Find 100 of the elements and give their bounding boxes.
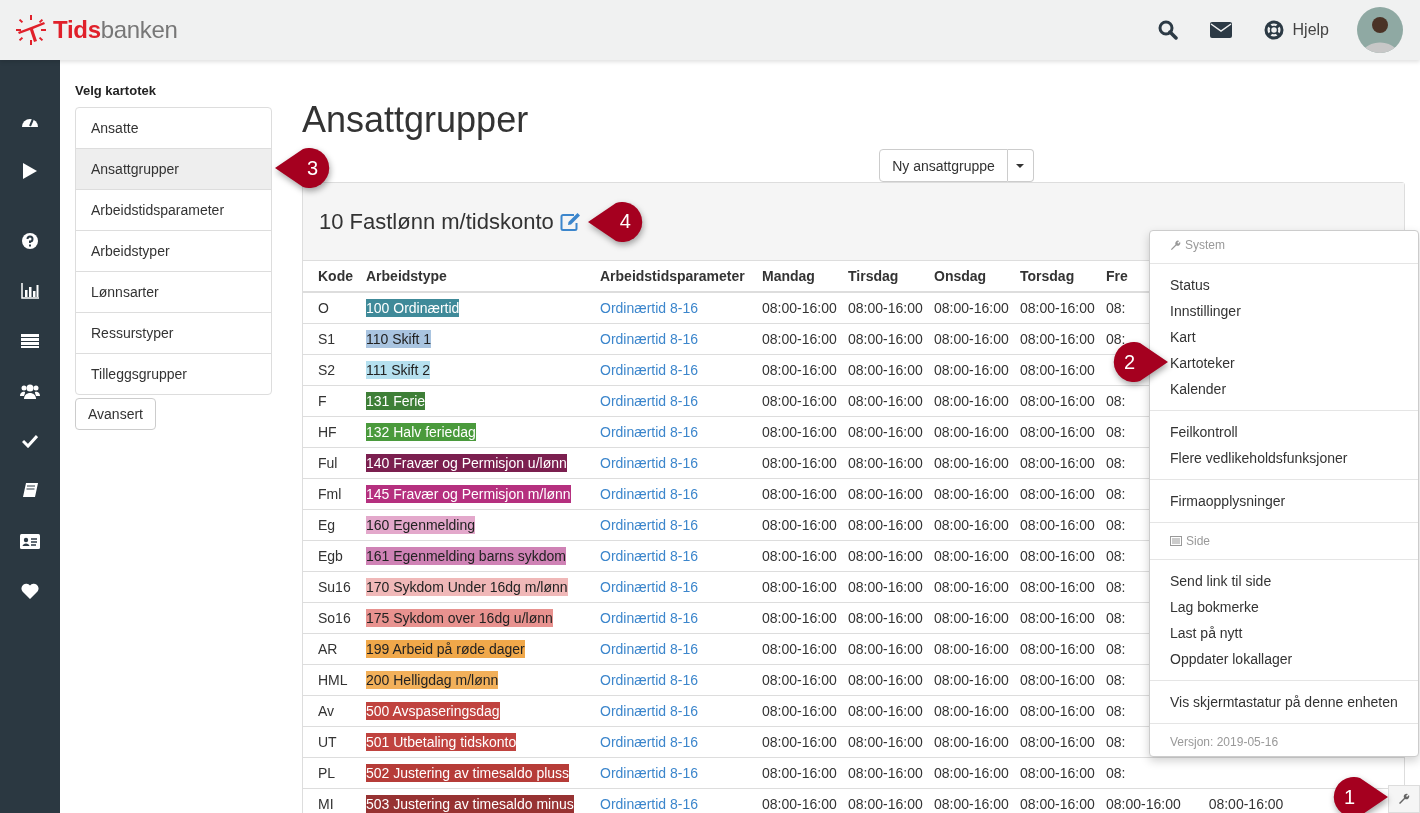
clock-logo-icon [15, 14, 47, 46]
tools-button[interactable] [1388, 785, 1420, 813]
advanced-button[interactable]: Avansert [75, 398, 156, 430]
work-type-tag: 200 Helligdag m/lønn [366, 671, 499, 689]
work-type-tag: 100 Ordinærtid [366, 299, 460, 317]
parameter-link[interactable]: Ordinærtid 8-16 [600, 796, 699, 812]
table-cell: 08: [1106, 765, 1126, 781]
parameter-link[interactable]: Ordinærtid 8-16 [600, 765, 699, 781]
work-type-tag: 132 Halv feriedag [366, 423, 476, 441]
sidebar-item[interactable]: Ressurstyper [76, 312, 271, 353]
table-cell: 08:00-16:00 [848, 579, 923, 595]
table-cell: 08:00-16:00 [762, 362, 837, 378]
help-icon[interactable] [22, 233, 38, 249]
sidebar-item[interactable]: Tilleggsgrupper [76, 353, 271, 394]
menu-item[interactable]: Send link til side [1170, 568, 1272, 594]
parameter-link[interactable]: Ordinærtid 8-16 [600, 424, 699, 440]
sidebar-item[interactable]: Lønnsarter [76, 271, 271, 312]
table-cell: 08:00-16:00 [934, 734, 1009, 750]
avatar-icon[interactable] [1357, 7, 1403, 53]
table-cell: 08:00-16:00 [934, 765, 1009, 781]
table-cell: 08:00-16:00 [762, 424, 837, 440]
table-cell: 08:00-16:00 [762, 393, 837, 409]
parameter-link[interactable]: Ordinærtid 8-16 [600, 362, 699, 378]
parameter-link[interactable]: Ordinærtid 8-16 [600, 393, 699, 409]
sidebar-item[interactable]: Ansattgrupper [76, 148, 271, 189]
parameter-link[interactable]: Ordinærtid 8-16 [600, 455, 699, 471]
wrench-icon [1398, 793, 1410, 805]
table-cell: O [318, 300, 329, 316]
column-header: Tirsdag [848, 268, 899, 284]
bar-chart-icon[interactable] [21, 283, 39, 299]
menu-item[interactable]: Innstillinger [1170, 298, 1241, 324]
table-cell: 08: [1106, 300, 1126, 316]
menu-item[interactable]: Kartoteker [1170, 350, 1235, 376]
menu-heading: System [1185, 238, 1225, 252]
column-header: Fre [1106, 268, 1128, 284]
menu-item[interactable]: Feilkontroll [1170, 419, 1238, 445]
table-cell: HF [318, 424, 337, 440]
table-cell: 08:00-16:00 [762, 610, 837, 626]
table-cell: 08: [1106, 517, 1126, 533]
help-link[interactable]: Hjelp [1263, 20, 1329, 40]
sidebar-title: Velg kartotek [75, 83, 157, 98]
work-type-tag: 161 Egenmelding barns sykdom [366, 547, 566, 565]
caret-icon [1016, 163, 1025, 168]
users-icon[interactable] [20, 383, 40, 399]
menu-item[interactable]: Oppdater lokallager [1170, 646, 1293, 672]
table-cell: 08:00-16:00 [848, 765, 923, 781]
column-header: Mandag [762, 268, 815, 284]
parameter-link[interactable]: Ordinærtid 8-16 [600, 517, 699, 533]
parameter-link[interactable]: Ordinærtid 8-16 [600, 486, 699, 502]
parameter-link[interactable]: Ordinærtid 8-16 [600, 641, 699, 657]
table-cell: 08:00-16:00 [848, 331, 923, 347]
table-cell: MI [318, 796, 334, 812]
table-cell: 08: [1106, 548, 1126, 564]
check-icon[interactable] [22, 434, 38, 448]
table-cell: 08:00-16:00 [848, 548, 923, 564]
heart-icon[interactable] [21, 583, 39, 599]
table-cell: So16 [318, 610, 351, 626]
parameter-link[interactable]: Ordinærtid 8-16 [600, 300, 699, 316]
table-cell: 08:00-16:00 [1020, 579, 1095, 595]
dropdown-button[interactable] [1007, 149, 1034, 182]
menu-item[interactable]: Kalender [1170, 376, 1227, 402]
table-cell: 08: [1106, 734, 1126, 750]
new-group-button[interactable]: Ny ansattgruppe [879, 149, 1008, 182]
id-card-icon[interactable] [20, 533, 40, 549]
sidebar-item[interactable]: Ansatte [76, 108, 271, 148]
play-icon[interactable] [23, 163, 37, 179]
list-icon [1170, 536, 1182, 546]
table-cell: 08:00-16:00 [934, 672, 1009, 688]
search-icon[interactable] [1157, 20, 1178, 40]
table-cell: 08:00-16:00 [1020, 672, 1095, 688]
edit-icon[interactable] [559, 211, 582, 232]
wrench-icon [1170, 239, 1181, 251]
mail-icon[interactable] [1209, 22, 1232, 38]
parameter-link[interactable]: Ordinærtid 8-16 [600, 548, 699, 564]
column-header: Arbeidstidsparameter [600, 268, 745, 284]
work-type-tag: 503 Justering av timesaldo minus [366, 795, 574, 813]
table-cell: UT [318, 734, 337, 750]
parameter-link[interactable]: Ordinærtid 8-16 [600, 734, 699, 750]
sidebar-item[interactable]: Arbeidstyper [76, 230, 271, 271]
table-cell: 08:00-16:00 [934, 300, 1009, 316]
list-icon[interactable] [21, 334, 39, 348]
table-cell: 08:00-16:00 [1020, 734, 1095, 750]
menu-item[interactable]: Firmaopplysninger [1170, 488, 1286, 514]
menu-item[interactable]: Flere vedlikeholdsfunksjoner [1170, 445, 1348, 471]
parameter-link[interactable]: Ordinærtid 8-16 [600, 610, 699, 626]
menu-item[interactable]: Status [1170, 272, 1210, 298]
menu-item[interactable]: Last på nytt [1170, 620, 1243, 646]
menu-item[interactable]: Kart [1170, 324, 1196, 350]
table-cell: F [318, 393, 327, 409]
book-icon[interactable] [22, 483, 38, 499]
parameter-link[interactable]: Ordinærtid 8-16 [600, 331, 699, 347]
table-cell: 08:00-16:00 [1020, 765, 1095, 781]
parameter-link[interactable]: Ordinærtid 8-16 [600, 579, 699, 595]
menu-item[interactable]: Lag bokmerke [1170, 594, 1259, 620]
sidebar-item[interactable]: Arbeidstidsparameter [76, 189, 271, 230]
menu-item[interactable]: Vis skjermtastatur på denne enheten [1170, 689, 1398, 715]
table-cell: 08:00-16:00 [1020, 796, 1095, 812]
table-cell: 08:00-16:00 [1020, 331, 1095, 347]
parameter-link[interactable]: Ordinærtid 8-16 [600, 703, 699, 719]
parameter-link[interactable]: Ordinærtid 8-16 [600, 672, 699, 688]
